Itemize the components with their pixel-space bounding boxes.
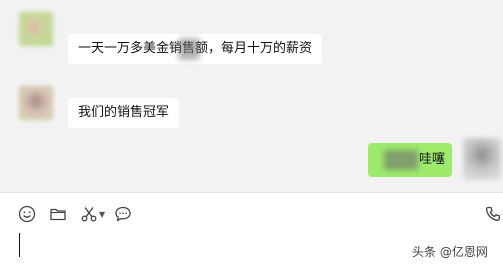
message-text: 哇噻 [418,152,445,167]
chevron-down-icon[interactable]: ▼ [99,210,105,219]
scissors-icon[interactable] [80,205,98,223]
contact-avatar[interactable] [19,12,53,46]
watermark: 头条 @亿恩网 [412,245,488,259]
folder-icon[interactable] [49,205,67,223]
blurred-overlay [384,150,418,170]
blurred-overlay [178,38,200,60]
contact-avatar[interactable] [19,86,53,120]
phone-icon[interactable] [484,205,502,223]
input-toolbar: ▼ [18,205,145,223]
self-avatar[interactable] [463,138,501,180]
chat-history: 一天一万多美金销售额，每月十万的薪资 我们的销售冠军 哇噻 [0,0,503,192]
message-text: 我们的销售冠军 [78,105,170,120]
emoji-icon[interactable] [18,205,36,223]
chat-bubble-icon[interactable] [114,205,132,223]
message-bubble-incoming[interactable]: 我们的销售冠军 [68,98,180,128]
text-cursor [19,233,20,257]
